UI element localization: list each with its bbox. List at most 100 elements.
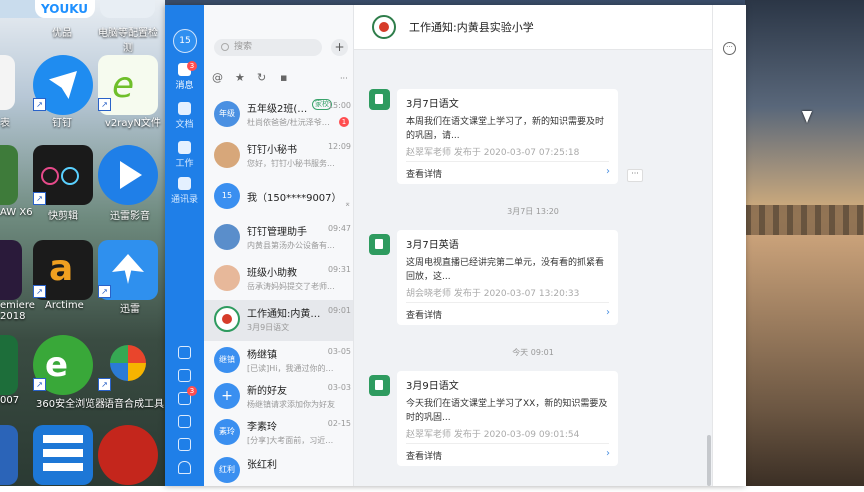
chat-side-toolbar: ···	[712, 5, 746, 486]
view-details-link[interactable]: 查看详情	[406, 308, 442, 321]
nav-item-messages[interactable]: 消息	[165, 63, 204, 91]
conversation-filters: @ ★ ↻ ▪ ···	[204, 69, 353, 89]
bell-icon[interactable]	[178, 461, 191, 474]
desktop-icon-label: v2rayN文件	[105, 118, 161, 129]
kjj-circle-icon	[61, 167, 79, 185]
chevron-right-icon[interactable]: ›	[606, 166, 610, 177]
conversation-list-panel: 搜索 + @ ★ ↻ ▪ ··· 年级 五年级2班(錢... 家校 15:00 …	[204, 5, 354, 486]
notice-body: 这周电视直播已经讲完第二单元，没有看的抓紧看回放，这...	[406, 258, 605, 282]
desktop-icon-hwcheck[interactable]	[100, 0, 155, 18]
add-button[interactable]: +	[331, 39, 348, 56]
search-icon	[221, 43, 229, 51]
desktop-icon-excel[interactable]	[0, 335, 18, 395]
view-details-link[interactable]: 查看详情	[406, 167, 442, 180]
divider	[406, 443, 609, 444]
chat-scrollbar[interactable]	[707, 435, 711, 486]
conversation-avatar	[214, 224, 240, 250]
conversation-name: 工作通知:内黄县实...	[247, 309, 323, 320]
desktop-icon-word[interactable]	[0, 425, 18, 485]
search-input[interactable]: 搜索	[214, 39, 322, 56]
filter-files-icon[interactable]: ▪	[280, 71, 287, 84]
todo-check-icon[interactable]	[178, 369, 191, 382]
conversation-item[interactable]: 钉钉管理助手 09:47 内黄县第汤办公设备有...	[204, 218, 353, 259]
notice-title: 3月7日英语	[406, 240, 459, 251]
notice-body: 本周我们在语文课堂上学习了，新的知识需要及时的巩固，请...	[406, 117, 605, 141]
chevron-right-icon[interactable]: ›	[606, 307, 610, 318]
shortcut-arrow-icon: ↗	[98, 285, 111, 298]
document-icon	[178, 102, 191, 115]
conversation-avatar: 素玲	[214, 419, 240, 445]
more-options-icon[interactable]: ···	[723, 42, 736, 55]
desktop-icon-document[interactable]	[0, 55, 15, 110]
desktop-icon-youku[interactable]: YOUKU	[35, 0, 95, 18]
conversation-name: 张红利	[247, 460, 277, 471]
conversation-avatar: 年级	[214, 101, 240, 127]
mail-icon[interactable]	[178, 438, 191, 451]
chat-timestamp: 3月7日 13:20	[507, 207, 559, 216]
conversation-item[interactable]: 继镇 杨继镇 03-05 [已读]Hi，我通过你的好...	[204, 341, 353, 382]
desktop-icon-app-blue[interactable]	[33, 425, 93, 485]
conversation-preview: 您好，钉钉小秘书服务...	[247, 159, 335, 168]
nav-item-work[interactable]: 工作	[165, 141, 204, 169]
filter-more-icon[interactable]: ···	[340, 74, 348, 83]
conversation-item[interactable]: 素玲 李素玲 02-15 [分享]大考面前，习近平...	[204, 413, 353, 454]
phone-icon[interactable]	[178, 415, 191, 428]
wallpaper-water	[745, 235, 864, 486]
filter-mention-icon[interactable]: @	[212, 71, 223, 84]
conversation-name: 杨继镇	[247, 350, 277, 361]
conversation-item[interactable]: 15 我（150****9007） ⌅	[204, 177, 353, 218]
kjj-circle-icon	[41, 167, 59, 185]
chat-timestamp: 今天 09:01	[512, 348, 554, 357]
divider	[406, 161, 609, 162]
desktop-icon-label: 钉钉	[52, 118, 72, 129]
conversation-preview: [分享]大考面前，习近平...	[247, 436, 337, 445]
pin-icon: ⌅	[344, 199, 351, 208]
new-friend-avatar: +	[214, 383, 240, 409]
ding-badge: 3	[187, 386, 197, 396]
work-notice-icon	[369, 234, 390, 255]
nav-item-label: 通讯录	[170, 195, 198, 205]
nav-item-label: 文档	[175, 120, 194, 130]
conversation-item[interactable]: 年级 五年级2班(錢... 家校 15:00 杜尚依爸爸/杜沅泽爷爷(家... …	[204, 95, 353, 136]
unread-badge: 3	[187, 61, 197, 71]
user-avatar[interactable]: 15	[173, 29, 197, 53]
conversation-name: 我（150****9007）	[247, 193, 342, 204]
conversation-time: 09:01	[327, 306, 351, 315]
nav-item-label: 消息	[175, 81, 194, 91]
notice-card: 3月9日语文 今天我们在语文课堂上学习了XX，新的知识需要及时的巩固... 赵翠…	[397, 371, 618, 466]
filter-recent-icon[interactable]: ↻	[257, 71, 266, 84]
notice-body: 今天我们在语文课堂上学习了XX，新的知识需要及时的巩固...	[406, 399, 608, 423]
contacts-book-icon	[178, 177, 191, 190]
desktop-icon-xunlei-player[interactable]	[98, 145, 158, 205]
desktop-icon-label: 电脑等配置检测	[98, 28, 158, 54]
conversation-time: 15:00	[327, 101, 351, 110]
conversation-name: 班级小助教	[247, 268, 297, 279]
filter-star-icon[interactable]: ★	[235, 71, 245, 84]
nav-item-contacts[interactable]: 通讯录	[165, 177, 204, 205]
nav-item-label: 工作	[175, 159, 194, 169]
conversation-name: 新的好友	[247, 386, 287, 397]
chat-header: 工作通知:内黄县实验小学	[354, 5, 712, 50]
desktop-icon-premiere[interactable]	[0, 240, 22, 300]
conversation-time: 09:31	[327, 265, 351, 274]
school-logo-icon	[222, 314, 232, 324]
notice-meta: 胡会晓老师 发布于 2020-03-07 13:20:33	[406, 289, 580, 299]
conversation-item[interactable]: 钉钉小秘书 12:09 您好，钉钉小秘书服务...	[204, 136, 353, 177]
divider	[406, 302, 609, 303]
calendar-icon[interactable]	[178, 346, 191, 359]
conversation-preview: 岳承涛妈妈提交了老师...	[247, 282, 335, 291]
desktop-icon-aw[interactable]	[0, 145, 18, 205]
notice-meta: 赵翠军老师 发布于 2020-03-07 07:25:18	[406, 148, 580, 158]
conversation-time: 03-05	[327, 347, 351, 356]
shortcut-arrow-icon: ↗	[33, 192, 46, 205]
nav-item-docs[interactable]: 文档	[165, 102, 204, 130]
message-more-button[interactable]: ···	[627, 169, 643, 182]
view-details-link[interactable]: 查看详情	[406, 449, 442, 462]
conversation-item[interactable]: 班级小助教 09:31 岳承涛妈妈提交了老师...	[204, 259, 353, 300]
chevron-right-icon[interactable]: ›	[606, 448, 610, 459]
nav-sidebar: 15 消息 3 文档 工作 通讯录 3	[165, 5, 204, 486]
desktop-icon-app-red[interactable]	[98, 425, 158, 485]
conversation-item-selected[interactable]: 工作通知:内黄县实... 09:01 3月9日语文	[204, 300, 353, 341]
school-logo-avatar	[214, 306, 240, 332]
conversation-item[interactable]: + 新的好友 03-03 杨继镇请求添加你为好友	[204, 377, 353, 418]
